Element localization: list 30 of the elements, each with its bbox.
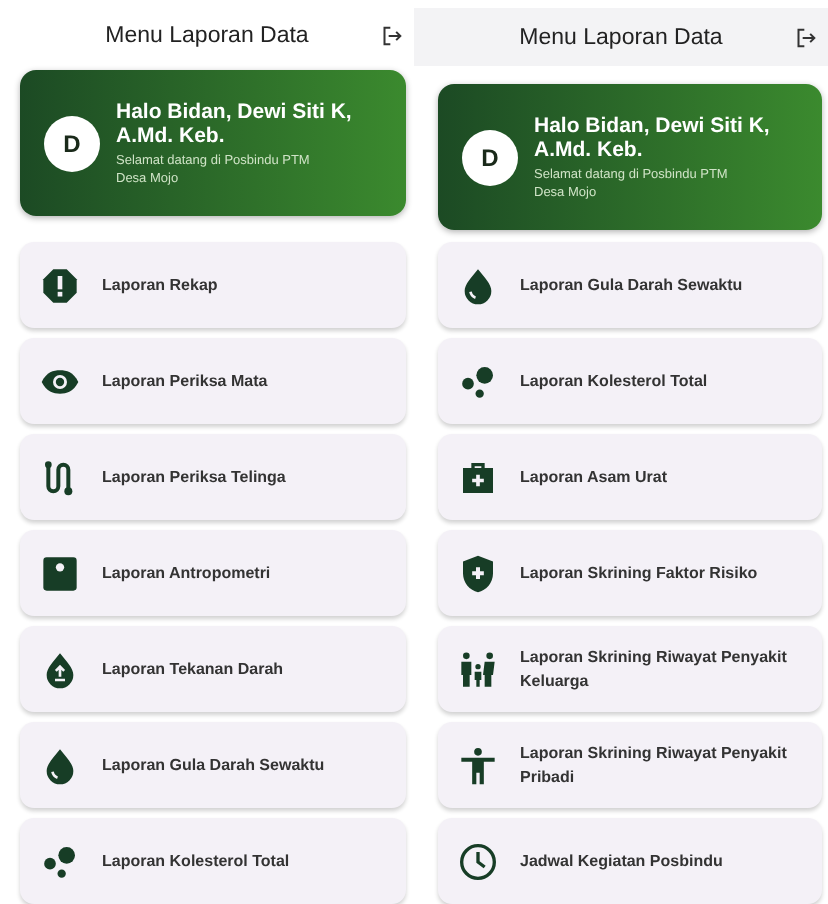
logout-icon[interactable] [382,25,402,45]
page-title: Menu Laporan Data [105,23,309,47]
menu-item[interactable]: Laporan Rekap [20,242,406,328]
menu-item[interactable]: Laporan Kolesterol Total [20,818,406,904]
dots-icon [40,841,80,881]
greeting-text: Halo Bidan, Dewi Siti K, A.Md. Keb. [534,113,772,161]
person-icon [458,745,498,785]
menu-item[interactable]: Laporan Skrining Riwayat Penyakit Keluarga [438,626,822,712]
family-icon [458,649,498,689]
page-title: Menu Laporan Data [519,25,723,49]
first-aid-kit-icon [458,457,498,497]
shield-icon [458,553,498,593]
menu-item[interactable]: Laporan Gula Darah Sewaktu [438,242,822,328]
menu-item[interactable]: Jadwal Kegiatan Posbindu [438,818,822,904]
menu-item[interactable]: Laporan Periksa Mata [20,338,406,424]
menu-item[interactable]: Laporan Gula Darah Sewaktu [20,722,406,808]
menu-item[interactable]: Laporan Asam Urat [438,434,822,520]
avatar: D [462,129,518,185]
logout-icon[interactable] [796,27,816,47]
menu-item[interactable]: Laporan Skrining Faktor Risiko [438,530,822,616]
greeting-text: Halo Bidan, Dewi Siti K, A.Md. Keb. [116,99,354,147]
menu-item[interactable]: Laporan Kolesterol Total [438,338,822,424]
menu-item[interactable]: Laporan Antropometri [20,530,406,616]
menu-item[interactable]: Laporan Skrining Riwayat Penyakit Pribadi [438,722,822,808]
dots-icon [458,361,498,401]
menu-item[interactable]: Laporan Periksa Telinga [20,434,406,520]
menu-item[interactable]: Laporan Tekanan Darah [20,626,406,712]
clock-icon [458,841,498,881]
avatar: D [44,115,100,171]
alert-icon [40,265,80,305]
